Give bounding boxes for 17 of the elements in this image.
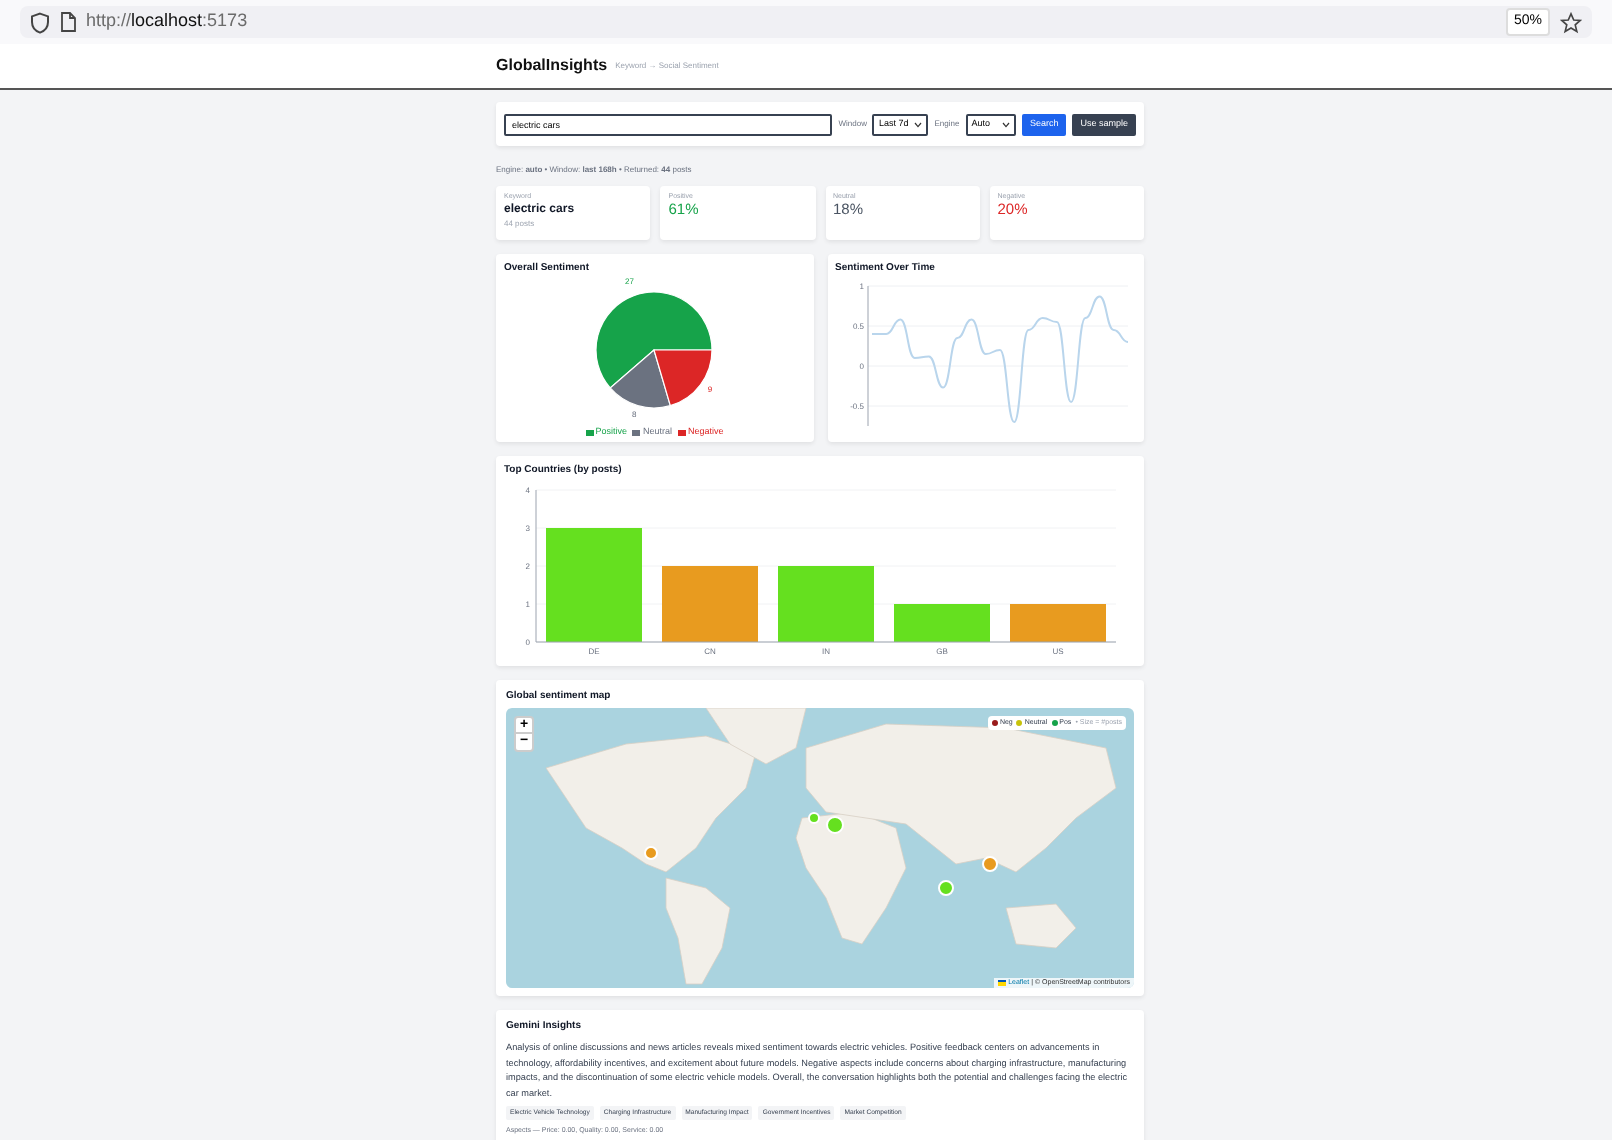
brand-title: GlobalInsights (496, 54, 608, 78)
bar (778, 566, 874, 642)
sentiment-marker[interactable] (981, 856, 998, 873)
sentiment-marker[interactable] (807, 811, 820, 824)
star-icon[interactable] (1560, 11, 1582, 33)
shield-icon[interactable] (30, 11, 50, 33)
chevron-icon (1001, 121, 1010, 127)
bar (1010, 604, 1106, 642)
sentiment-marker[interactable] (937, 879, 954, 896)
y-axis (866, 285, 868, 427)
bar (894, 604, 990, 642)
bar (546, 528, 642, 642)
page-icon[interactable] (60, 12, 76, 32)
chevron-icon (914, 121, 923, 127)
url-text: http://localhost:5173 (86, 8, 248, 35)
bar (662, 566, 758, 642)
ukraine-flag-icon (998, 979, 1007, 986)
